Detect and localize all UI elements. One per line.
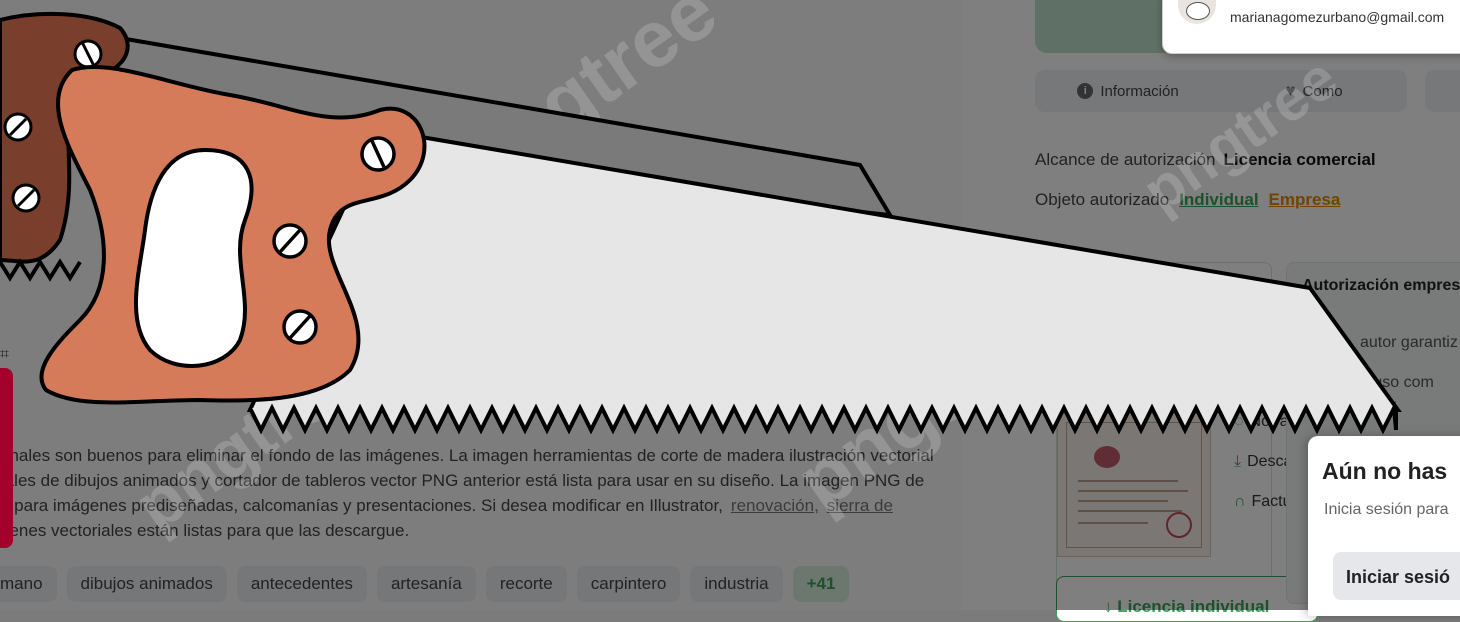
login-button-label: Iniciar sesió [1346,567,1451,587]
login-modal-title: Aún no has [1322,458,1448,484]
saw-teeth [248,400,1398,435]
account-email: marianagomezurbano@gmail.com [1230,9,1445,25]
side-ribbon [0,368,13,548]
saw-illustration [0,11,1402,435]
login-modal-subtitle: Inicia sesión para [1324,501,1449,518]
